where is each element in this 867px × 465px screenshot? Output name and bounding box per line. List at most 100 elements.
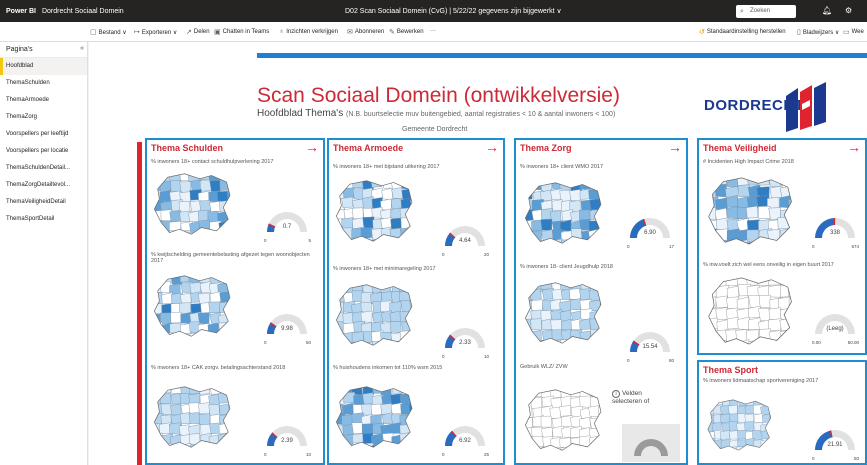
bookmarks-menu[interactable]: ▯ Bladwijzers ∨	[797, 28, 839, 36]
bell-icon[interactable]: 🔔︎	[822, 6, 832, 15]
choropleth-map[interactable]	[705, 272, 797, 350]
sidebar-item-page[interactable]: Voorspellers per locatie	[0, 143, 87, 160]
sidebar-item-page[interactable]: ThemaZorgDetailtevol...	[0, 177, 87, 194]
panel-title: Thema Sport	[703, 365, 759, 375]
arrow-right-icon[interactable]: →	[847, 139, 861, 155]
gauge[interactable]: 2.33 0 10	[441, 322, 489, 362]
gauge-max: 25	[483, 452, 489, 457]
sidebar-item-page[interactable]: ThemaSportDetail	[0, 211, 87, 228]
gauge[interactable]: 0.7 0 5	[263, 206, 311, 246]
panel-veiligheid[interactable]: Thema Veiligheid → # Incidenten High Impac…	[697, 138, 867, 355]
gauge[interactable]: 6.92 0 25	[441, 420, 489, 460]
search-placeholder: Zoeken	[750, 8, 771, 14]
sidebar-item-page[interactable]: Voorspellers per leeftijd	[0, 126, 87, 143]
choropleth-map[interactable]	[522, 176, 606, 250]
gear-icon[interactable]: ⚙	[845, 6, 852, 15]
header-accent-bar	[257, 53, 867, 58]
gauge-max: 50.00	[847, 340, 859, 345]
sidebar-item-page[interactable]: ThemaVeiligheidDetail	[0, 194, 87, 211]
edit-button[interactable]: ✎ Bewerken	[389, 28, 424, 36]
choropleth-map[interactable]	[151, 168, 235, 240]
gauge-max: 5	[308, 238, 311, 243]
report-canvas: Scan Sociaal Domein (ontwikkelversie) Ho…	[89, 42, 867, 465]
gemeente-label: Gemeente Dordrecht	[402, 126, 468, 133]
teams-button[interactable]: ▣ Chatten in Teams	[214, 28, 269, 36]
choropleth-map[interactable]	[522, 276, 606, 350]
choropleth-map[interactable]	[151, 376, 235, 458]
metric-label: % inwoners 18+ met minimaregeling 2017	[333, 266, 436, 272]
gauge-max: 17	[668, 244, 674, 249]
empty-gauge-placeholder	[622, 424, 680, 462]
workspace-name[interactable]: Dordrecht Sociaal Domein	[42, 8, 124, 15]
report-subtitle: Hoofdblad Thema's (N.B. buurtselectie mu…	[257, 108, 615, 119]
sidebar-item-page[interactable]: Hoofdblad	[0, 58, 87, 75]
gauge-min: 0	[442, 354, 445, 359]
choropleth-map[interactable]	[333, 278, 417, 352]
dordrecht-logo-mark	[786, 82, 826, 132]
sidebar-item-page[interactable]: ThemaSchuldenDetail...	[0, 160, 87, 177]
export-menu[interactable]: ↦ Exporteren ∨	[134, 28, 177, 36]
sidebar-item-page[interactable]: ThemaArmoede	[0, 92, 87, 109]
metric-label: Gebruik WLZ/ ZVW	[520, 364, 568, 370]
panel-zorg[interactable]: Thema Zorg → % inwoners 18+ client WMO 201…	[514, 138, 688, 465]
gauge[interactable]: 21.91 0 50	[811, 424, 859, 464]
sidebar-item-page[interactable]: ThemaSchulden	[0, 75, 87, 92]
arrow-right-icon[interactable]: →	[668, 139, 682, 155]
reset-button[interactable]: ↺ Standaardinstelling herstellen	[699, 28, 786, 36]
insights-button[interactable]: ♁ Inzichten verkrijgen	[279, 28, 338, 35]
panel-schulden[interactable]: Thema Schulden → % inwoners 18+ contact sc…	[145, 138, 325, 465]
lightbulb-icon: ♁	[279, 28, 285, 35]
choropleth-map[interactable]	[151, 268, 235, 344]
bookmark-icon: ▯	[797, 29, 801, 36]
gauge[interactable]: 338 0 674	[811, 212, 859, 252]
collapse-chevron-icon[interactable]: «	[80, 45, 84, 52]
choropleth-map[interactable]	[705, 390, 775, 460]
gauge[interactable]: 15.54 0 80	[626, 326, 674, 366]
metric-label: % kwijtschelding gemeentebelasting afgez…	[151, 252, 310, 264]
gauge-min: 0	[812, 456, 815, 461]
gauge-min: 0	[264, 238, 267, 243]
teams-icon: ▣	[214, 29, 221, 36]
metric-label: % inwoners lidmaatschap sportvereniging …	[703, 378, 819, 384]
subscribe-button[interactable]: ✉ Abonneren	[347, 28, 384, 36]
gauge[interactable]: 4.64 0 20	[441, 220, 489, 260]
gauge-value: 338	[829, 230, 840, 236]
choropleth-map[interactable]	[333, 376, 417, 458]
choropleth-map[interactable]	[522, 380, 606, 460]
arrow-right-icon[interactable]: →	[305, 139, 319, 155]
pages-header-label: Pagina's	[6, 46, 33, 53]
panel-armoede[interactable]: Thema Armoede → % inwoners 18+ met bijstan…	[327, 138, 505, 465]
gauge[interactable]: 9.98 0 50	[263, 308, 311, 348]
share-button[interactable]: ↗ Delen	[186, 28, 210, 36]
gauge-max: 20	[483, 252, 489, 257]
report-title-dropdown[interactable]: D02 Scan Sociaal Domein (CvG) | 5/22/22 …	[345, 7, 562, 15]
app-name[interactable]: Power BI	[6, 8, 36, 15]
gauge-max: 50	[305, 340, 311, 345]
gauge-value: 9.98	[281, 326, 293, 332]
gauge[interactable]: 2.39 0 10	[263, 420, 311, 460]
panel-title: Thema Veiligheid	[703, 143, 777, 153]
gauge-min: 0	[627, 244, 630, 249]
subtitle-text: Hoofdblad Thema's	[257, 108, 344, 119]
gauge-value: (Leeg)	[826, 326, 844, 332]
gauge[interactable]: 6.90 0 17	[626, 212, 674, 252]
search-icon: ⌕	[740, 8, 744, 15]
arrow-right-icon[interactable]: →	[485, 139, 499, 155]
gauge-min: 0	[264, 452, 267, 457]
choropleth-map[interactable]	[333, 174, 417, 248]
gauge-value: 15.54	[642, 344, 658, 350]
page-list: Hoofdblad ThemaSchulden ThemaArmoede ThemaZ…	[0, 58, 87, 228]
gauge-value: 2.39	[281, 438, 293, 444]
file-menu[interactable]: ▢ Bestand ∨	[90, 28, 127, 36]
view-menu[interactable]: ▭ Wee	[843, 28, 864, 36]
panel-sport[interactable]: Thema Sport % inwoners lidmaatschap sport…	[697, 360, 867, 465]
gauge[interactable]: (Leeg) 0.00 50.00	[811, 308, 859, 348]
placeholder-gauge-arc	[634, 439, 668, 456]
more-options-button[interactable]: ···	[430, 28, 436, 34]
metric-label: % inwoners 18+ contact schuldhulpverleni…	[151, 159, 274, 165]
gauge-value: 6.90	[644, 230, 656, 236]
choropleth-map[interactable]	[705, 172, 797, 250]
sidebar-item-page[interactable]: ThemaZorg	[0, 109, 87, 126]
search-input[interactable]: ⌕ Zoeken	[736, 5, 796, 18]
metric-label: % inw.voelt zich wel eens onveilig in ei…	[703, 262, 834, 268]
